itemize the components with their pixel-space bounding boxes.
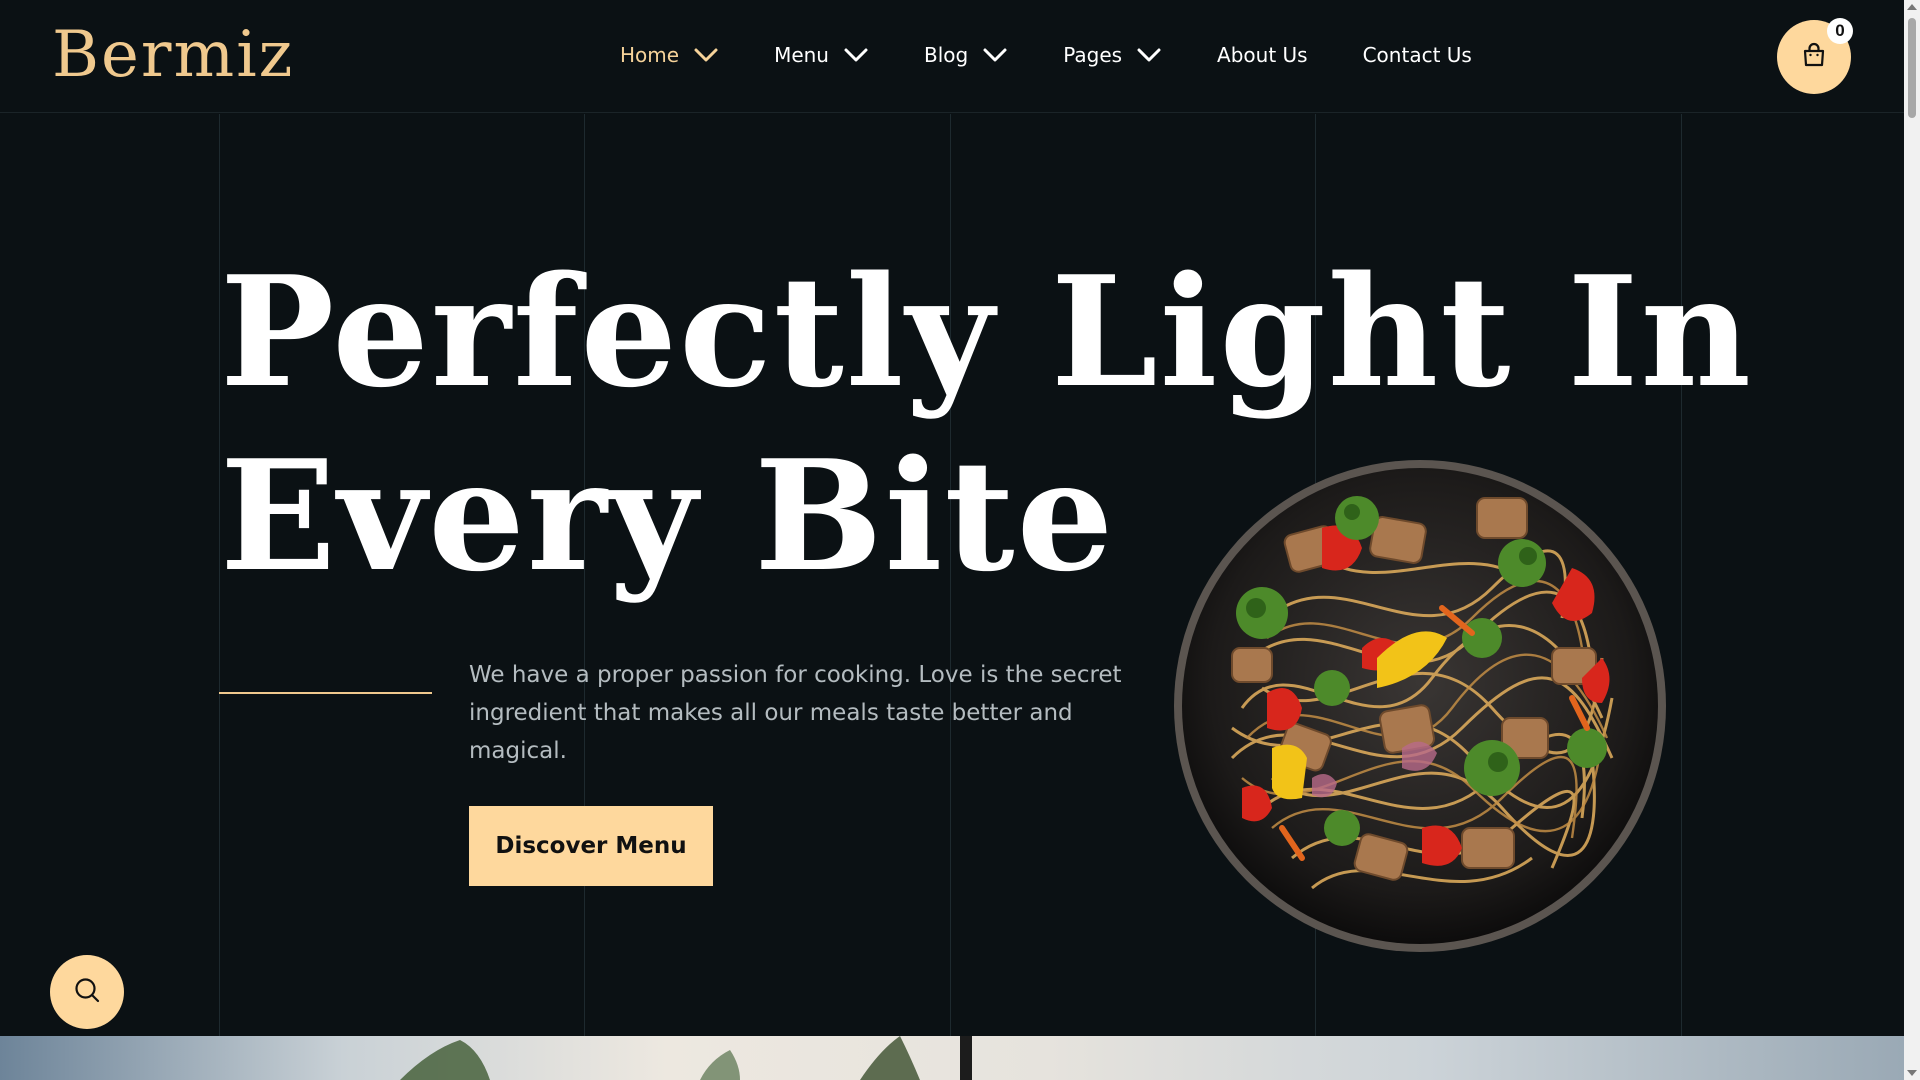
dish-image [1172, 458, 1668, 954]
site-header: Bermiz Home Menu Blog Pages About Us Con… [0, 0, 1904, 113]
nav-item-label: Blog [923, 43, 969, 67]
cart-count-badge: 0 [1827, 18, 1853, 44]
main-nav: Home Menu Blog Pages About Us Contact Us [620, 40, 1527, 70]
cart-button[interactable]: 0 [1777, 18, 1853, 94]
nav-item-label: About Us [1217, 43, 1308, 67]
chevron-down-icon [982, 47, 1008, 63]
nav-item-pages[interactable]: Pages [1063, 43, 1162, 67]
chevron-down-icon [843, 47, 869, 63]
scroll-thumb[interactable] [1908, 18, 1916, 118]
chevron-down-icon [693, 47, 719, 63]
nav-item-label: Home [620, 43, 680, 67]
nav-item-home[interactable]: Home [620, 43, 719, 67]
hero-description: We have a proper passion for cooking. Lo… [469, 656, 1169, 770]
site-logo[interactable]: Bermiz [52, 14, 294, 96]
discover-menu-button[interactable]: Discover Menu [469, 806, 713, 886]
search-button[interactable] [50, 955, 124, 1029]
scroll-down-arrow[interactable] [1907, 1070, 1917, 1076]
nav-item-label: Contact Us [1362, 43, 1472, 67]
nav-item-blog[interactable]: Blog [924, 43, 1008, 67]
hero-description-line: We have a proper passion for cooking. Lo… [469, 662, 1122, 688]
page-scrollbar[interactable] [1904, 0, 1920, 1080]
shopping-bag-icon [1800, 41, 1828, 73]
nav-item-label: Pages [1063, 43, 1123, 67]
chevron-down-icon [1136, 47, 1162, 63]
hero-title-line: Perfectly Light In [220, 242, 1753, 421]
accent-divider [219, 692, 432, 694]
scroll-up-arrow[interactable] [1907, 4, 1917, 10]
nav-item-about-us[interactable]: About Us [1217, 43, 1308, 67]
hero-description-line: ingredient that makes all our meals tast… [469, 700, 1073, 764]
nav-item-contact-us[interactable]: Contact Us [1363, 43, 1472, 67]
nav-item-menu[interactable]: Menu [774, 43, 869, 67]
nav-item-label: Menu [774, 43, 829, 67]
search-icon [72, 975, 102, 1009]
next-section-image-preview [0, 1036, 1904, 1080]
